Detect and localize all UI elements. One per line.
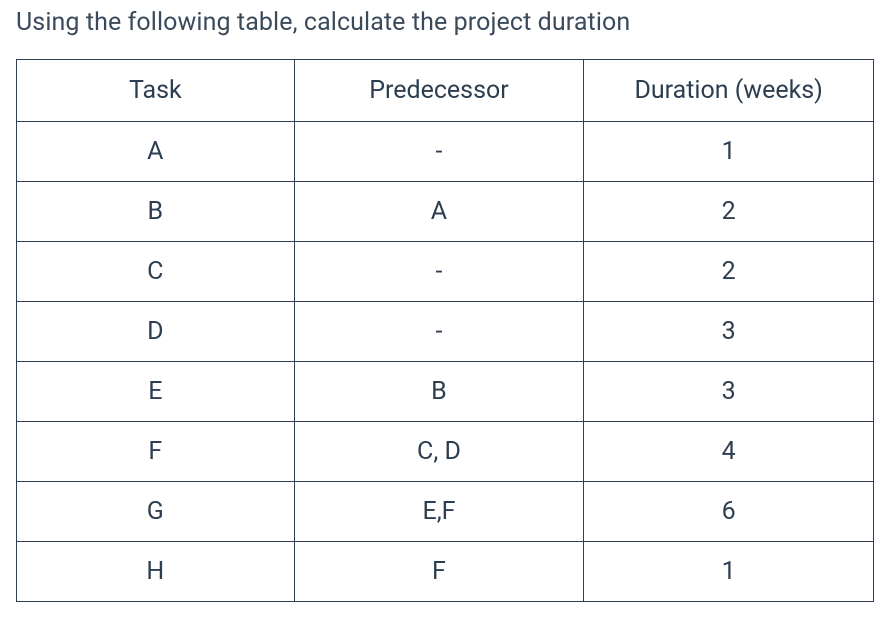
cell-task: G (17, 482, 295, 542)
cell-task: D (17, 302, 295, 362)
cell-task: F (17, 422, 295, 482)
cell-predecessor: F (294, 542, 584, 602)
question-prompt: Using the following table, calculate the… (16, 8, 878, 37)
table-row: E B 3 (17, 362, 874, 422)
cell-task: H (17, 542, 295, 602)
cell-duration: 2 (584, 242, 874, 302)
table-row: B A 2 (17, 182, 874, 242)
header-predecessor: Predecessor (294, 60, 584, 122)
table-row: H F 1 (17, 542, 874, 602)
table-row: A - 1 (17, 122, 874, 182)
cell-predecessor: - (294, 242, 584, 302)
cell-predecessor: - (294, 122, 584, 182)
cell-duration: 2 (584, 182, 874, 242)
cell-duration: 1 (584, 542, 874, 602)
table-header: Task Predecessor Duration (weeks) (17, 60, 874, 122)
cell-predecessor: - (294, 302, 584, 362)
cell-duration: 1 (584, 122, 874, 182)
table-row: G E,F 6 (17, 482, 874, 542)
cell-predecessor: E,F (294, 482, 584, 542)
cell-predecessor: A (294, 182, 584, 242)
cell-duration: 3 (584, 362, 874, 422)
cell-task: E (17, 362, 295, 422)
header-task: Task (17, 60, 295, 122)
header-duration: Duration (weeks) (584, 60, 874, 122)
cell-duration: 4 (584, 422, 874, 482)
cell-predecessor: C, D (294, 422, 584, 482)
task-table: Task Predecessor Duration (weeks) A - 1 … (16, 59, 874, 602)
cell-task: C (17, 242, 295, 302)
table-row: F C, D 4 (17, 422, 874, 482)
table-header-row: Task Predecessor Duration (weeks) (17, 60, 874, 122)
table-row: C - 2 (17, 242, 874, 302)
cell-duration: 3 (584, 302, 874, 362)
cell-task: B (17, 182, 295, 242)
cell-predecessor: B (294, 362, 584, 422)
cell-task: A (17, 122, 295, 182)
table-body: A - 1 B A 2 C - 2 D - 3 E B 3 F C, D 4 (17, 122, 874, 602)
table-row: D - 3 (17, 302, 874, 362)
cell-duration: 6 (584, 482, 874, 542)
